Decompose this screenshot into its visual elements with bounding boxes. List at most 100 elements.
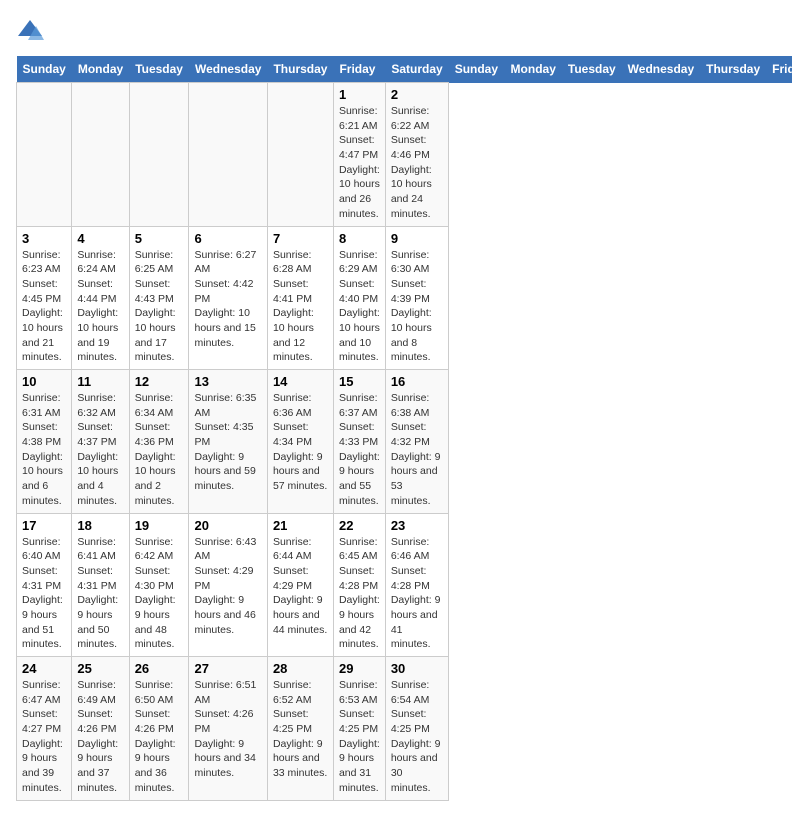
calendar-cell: 12Sunrise: 6:34 AM Sunset: 4:36 PM Dayli… bbox=[129, 370, 189, 514]
day-number: 14 bbox=[273, 374, 328, 389]
day-info: Sunrise: 6:27 AM Sunset: 4:42 PM Dayligh… bbox=[194, 248, 261, 351]
calendar-cell: 30 Sunrise: 6:54 AM Sunset: 4:25 PM Dayli… bbox=[385, 657, 448, 801]
day-info: Sunrise: 6:37 AM Sunset: 4:33 PM Dayligh… bbox=[339, 391, 380, 509]
calendar-cell: 16 Sunrise: 6:38 AM Sunset: 4:32 PM Dayli… bbox=[385, 370, 448, 514]
day-number: 17 bbox=[22, 518, 66, 533]
day-info: Sunrise: 6:24 AM Sunset: 4:44 PM Dayligh… bbox=[77, 248, 123, 366]
day-number: 28 bbox=[273, 661, 328, 676]
day-number: 5 bbox=[135, 231, 184, 246]
day-info: Sunrise: 6:45 AM Sunset: 4:28 PM Dayligh… bbox=[339, 535, 380, 653]
day-number: 3 bbox=[22, 231, 66, 246]
day-info: Sunrise: 6:44 AM Sunset: 4:29 PM Dayligh… bbox=[273, 535, 328, 638]
calendar-cell: 4 Sunrise: 6:24 AM Sunset: 4:44 PM Daylig… bbox=[72, 226, 129, 370]
day-info: Sunrise: 6:22 AM Sunset: 4:46 PM Dayligh… bbox=[391, 104, 443, 222]
weekday-header-tuesday: Tuesday bbox=[562, 56, 622, 83]
weekday-header-tuesday: Tuesday bbox=[129, 56, 189, 83]
day-number: 24 bbox=[22, 661, 66, 676]
calendar-cell: 8 Sunrise: 6:29 AM Sunset: 4:40 PM Daylig… bbox=[333, 226, 385, 370]
day-info: Sunrise: 6:52 AM Sunset: 4:25 PM Dayligh… bbox=[273, 678, 328, 781]
day-number: 8 bbox=[339, 231, 380, 246]
day-number: 19 bbox=[135, 518, 184, 533]
day-number: 22 bbox=[339, 518, 380, 533]
calendar-cell: 15Sunrise: 6:37 AM Sunset: 4:33 PM Dayli… bbox=[333, 370, 385, 514]
calendar-cell bbox=[17, 83, 72, 227]
day-number: 21 bbox=[273, 518, 328, 533]
calendar-header-row: SundayMondayTuesdayWednesdayThursdayFrid… bbox=[17, 56, 792, 83]
day-info: Sunrise: 6:38 AM Sunset: 4:32 PM Dayligh… bbox=[391, 391, 443, 509]
week-row-1: 1 Sunrise: 6:21 AM Sunset: 4:47 PM Daylig… bbox=[17, 83, 792, 227]
day-info: Sunrise: 6:54 AM Sunset: 4:25 PM Dayligh… bbox=[391, 678, 443, 796]
day-number: 11 bbox=[77, 374, 123, 389]
calendar-cell: 17 Sunrise: 6:40 AM Sunset: 4:31 PM Dayli… bbox=[17, 513, 72, 657]
calendar-cell bbox=[189, 83, 267, 227]
week-row-3: 10 Sunrise: 6:31 AM Sunset: 4:38 PM Dayli… bbox=[17, 370, 792, 514]
weekday-header-friday: Friday bbox=[766, 56, 792, 83]
calendar-cell: 29 Sunrise: 6:53 AM Sunset: 4:25 PM Dayli… bbox=[333, 657, 385, 801]
calendar-cell: 7 Sunrise: 6:28 AM Sunset: 4:41 PM Daylig… bbox=[267, 226, 333, 370]
day-number: 30 bbox=[391, 661, 443, 676]
weekday-header-thursday: Thursday bbox=[267, 56, 333, 83]
weekday-header-monday: Monday bbox=[505, 56, 562, 83]
calendar-cell: 3Sunrise: 6:23 AM Sunset: 4:45 PM Daylig… bbox=[17, 226, 72, 370]
calendar-cell: 26Sunrise: 6:50 AM Sunset: 4:26 PM Dayli… bbox=[129, 657, 189, 801]
day-info: Sunrise: 6:47 AM Sunset: 4:27 PM Dayligh… bbox=[22, 678, 66, 796]
day-info: Sunrise: 6:29 AM Sunset: 4:40 PM Dayligh… bbox=[339, 248, 380, 366]
calendar-cell: 5 Sunrise: 6:25 AM Sunset: 4:43 PM Daylig… bbox=[129, 226, 189, 370]
calendar-cell: 18Sunrise: 6:41 AM Sunset: 4:31 PM Dayli… bbox=[72, 513, 129, 657]
calendar-cell: 20Sunrise: 6:43 AM Sunset: 4:29 PM Dayli… bbox=[189, 513, 267, 657]
calendar-cell: 10 Sunrise: 6:31 AM Sunset: 4:38 PM Dayli… bbox=[17, 370, 72, 514]
calendar-cell bbox=[72, 83, 129, 227]
logo bbox=[16, 16, 48, 44]
calendar-cell: 25 Sunrise: 6:49 AM Sunset: 4:26 PM Dayli… bbox=[72, 657, 129, 801]
week-row-4: 17 Sunrise: 6:40 AM Sunset: 4:31 PM Dayli… bbox=[17, 513, 792, 657]
day-number: 7 bbox=[273, 231, 328, 246]
weekday-header-monday: Monday bbox=[72, 56, 129, 83]
week-row-2: 3Sunrise: 6:23 AM Sunset: 4:45 PM Daylig… bbox=[17, 226, 792, 370]
calendar-cell: 22 Sunrise: 6:45 AM Sunset: 4:28 PM Dayli… bbox=[333, 513, 385, 657]
calendar-cell: 9 Sunrise: 6:30 AM Sunset: 4:39 PM Daylig… bbox=[385, 226, 448, 370]
day-number: 13 bbox=[194, 374, 261, 389]
calendar-cell: 23 Sunrise: 6:46 AM Sunset: 4:28 PM Dayli… bbox=[385, 513, 448, 657]
calendar-cell: 24 Sunrise: 6:47 AM Sunset: 4:27 PM Dayli… bbox=[17, 657, 72, 801]
day-number: 26 bbox=[135, 661, 184, 676]
day-info: Sunrise: 6:51 AM Sunset: 4:26 PM Dayligh… bbox=[194, 678, 261, 781]
day-number: 4 bbox=[77, 231, 123, 246]
calendar-cell: 6 Sunrise: 6:27 AM Sunset: 4:42 PM Daylig… bbox=[189, 226, 267, 370]
day-info: Sunrise: 6:49 AM Sunset: 4:26 PM Dayligh… bbox=[77, 678, 123, 796]
day-number: 23 bbox=[391, 518, 443, 533]
weekday-header-friday: Friday bbox=[333, 56, 385, 83]
day-info: Sunrise: 6:31 AM Sunset: 4:38 PM Dayligh… bbox=[22, 391, 66, 509]
day-number: 27 bbox=[194, 661, 261, 676]
week-row-5: 24 Sunrise: 6:47 AM Sunset: 4:27 PM Dayli… bbox=[17, 657, 792, 801]
calendar-cell bbox=[129, 83, 189, 227]
day-number: 6 bbox=[194, 231, 261, 246]
day-number: 10 bbox=[22, 374, 66, 389]
day-info: Sunrise: 6:21 AM Sunset: 4:47 PM Dayligh… bbox=[339, 104, 380, 222]
day-info: Sunrise: 6:53 AM Sunset: 4:25 PM Dayligh… bbox=[339, 678, 380, 796]
day-info: Sunrise: 6:28 AM Sunset: 4:41 PM Dayligh… bbox=[273, 248, 328, 366]
day-info: Sunrise: 6:32 AM Sunset: 4:37 PM Dayligh… bbox=[77, 391, 123, 509]
day-info: Sunrise: 6:40 AM Sunset: 4:31 PM Dayligh… bbox=[22, 535, 66, 653]
day-number: 25 bbox=[77, 661, 123, 676]
day-info: Sunrise: 6:25 AM Sunset: 4:43 PM Dayligh… bbox=[135, 248, 184, 366]
day-info: Sunrise: 6:36 AM Sunset: 4:34 PM Dayligh… bbox=[273, 391, 328, 494]
calendar-cell bbox=[267, 83, 333, 227]
day-info: Sunrise: 6:42 AM Sunset: 4:30 PM Dayligh… bbox=[135, 535, 184, 653]
day-info: Sunrise: 6:30 AM Sunset: 4:39 PM Dayligh… bbox=[391, 248, 443, 366]
day-info: Sunrise: 6:41 AM Sunset: 4:31 PM Dayligh… bbox=[77, 535, 123, 653]
calendar-cell: 21 Sunrise: 6:44 AM Sunset: 4:29 PM Dayli… bbox=[267, 513, 333, 657]
day-info: Sunrise: 6:46 AM Sunset: 4:28 PM Dayligh… bbox=[391, 535, 443, 653]
weekday-header-thursday: Thursday bbox=[700, 56, 766, 83]
page-header bbox=[16, 16, 776, 44]
day-number: 1 bbox=[339, 87, 380, 102]
calendar-cell: 13 Sunrise: 6:35 AM Sunset: 4:35 PM Dayli… bbox=[189, 370, 267, 514]
day-number: 16 bbox=[391, 374, 443, 389]
day-number: 9 bbox=[391, 231, 443, 246]
weekday-header-saturday: Saturday bbox=[385, 56, 448, 83]
calendar-cell: 27 Sunrise: 6:51 AM Sunset: 4:26 PM Dayli… bbox=[189, 657, 267, 801]
day-number: 29 bbox=[339, 661, 380, 676]
weekday-header-sunday: Sunday bbox=[17, 56, 72, 83]
day-info: Sunrise: 6:35 AM Sunset: 4:35 PM Dayligh… bbox=[194, 391, 261, 494]
logo-icon bbox=[16, 16, 44, 44]
day-info: Sunrise: 6:43 AM Sunset: 4:29 PM Dayligh… bbox=[194, 535, 261, 638]
